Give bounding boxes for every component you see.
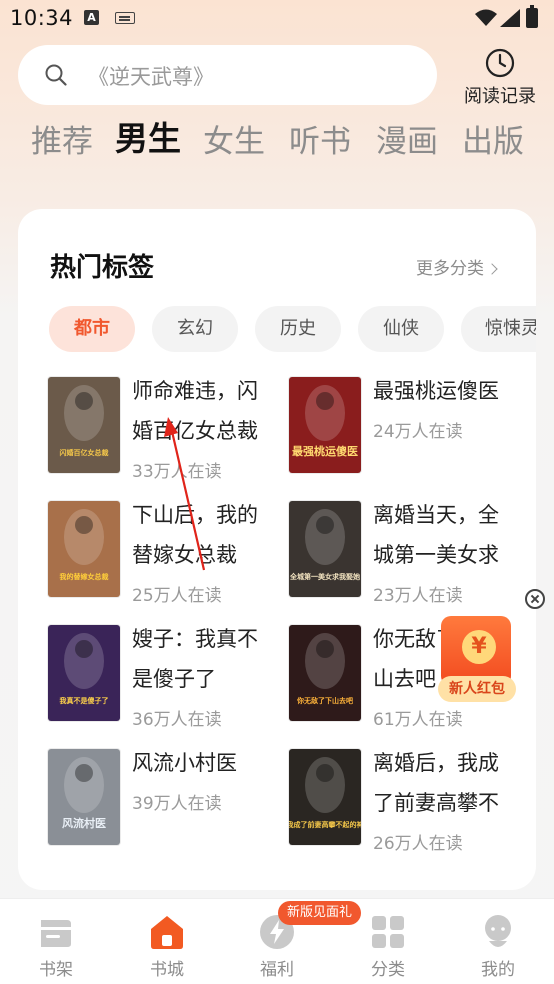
cover-title: 闪婚百亿女总裁	[60, 448, 109, 457]
battery-icon	[526, 5, 538, 28]
search-icon	[45, 64, 67, 86]
book-readers: 39万人在读	[132, 794, 222, 814]
cover-art: 最强桃运傻医	[289, 377, 361, 473]
bookshelf-icon	[41, 920, 71, 947]
book-cover: 风流村医	[48, 749, 120, 845]
category-tabs: 推荐 男生 女生 听书 漫画 出版	[0, 112, 554, 164]
book-title: 嫂子：我真不是傻子了	[132, 627, 258, 691]
book-title: 离婚后，我成了前妻高攀不起的神	[373, 743, 515, 823]
book-cover: 闪婚百亿女总裁	[48, 377, 120, 473]
keyboard-icon	[115, 12, 135, 24]
cover-art: 我的替嫁女总裁	[48, 501, 120, 597]
book-item[interactable]: 全城第一美女求我娶她 离婚当天，全城第一美女求我娶她 23万人在读	[289, 501, 519, 606]
wifi-icon	[475, 9, 497, 26]
book-title-line: 离婚当天，全城第一美女求我娶她	[373, 503, 499, 567]
search-bar[interactable]: 《逆天武尊》	[18, 45, 437, 105]
clock-icon	[485, 48, 515, 78]
tag-list: 都市 玄幻 历史 仙侠 惊悚灵异	[49, 306, 536, 352]
nav-profile[interactable]: 我的	[443, 899, 553, 984]
tab-recommend[interactable]: 推荐	[31, 116, 93, 161]
section-title: 热门标签	[50, 253, 155, 283]
category-icon	[372, 916, 404, 948]
tag-chip[interactable]: 惊悚灵异	[461, 306, 536, 352]
book-item[interactable]: 我成了前妻高攀不起的神 离婚后，我成了前妻高攀不起的神 26万人在读	[289, 749, 519, 854]
tab-audiobook[interactable]: 听书	[289, 116, 351, 161]
chevron-right-icon	[486, 263, 498, 275]
book-cover: 我成了前妻高攀不起的神	[289, 749, 361, 845]
tag-chip[interactable]: 都市	[49, 306, 135, 352]
notification-a-icon: A	[84, 10, 99, 25]
book-cover: 我的替嫁女总裁	[48, 501, 120, 597]
new-version-badge: 新版见面礼	[278, 901, 362, 925]
nav-label: 书架	[39, 960, 73, 980]
tag-chip[interactable]: 仙侠	[358, 306, 444, 352]
bookstore-icon	[151, 916, 183, 949]
nav-label: 书城	[150, 960, 184, 980]
cover-art: 闪婚百亿女总裁	[48, 377, 120, 473]
nav-bookstore[interactable]: 书城	[112, 899, 222, 984]
nav-label: 分类	[371, 960, 405, 980]
book-title: 风流小村医	[132, 751, 237, 775]
book-readers: 23万人在读	[373, 586, 463, 606]
book-readers: 26万人在读	[373, 834, 463, 854]
book-readers: 25万人在读	[132, 586, 222, 606]
book-title: 离婚当天，全城第一美女求我娶她	[373, 495, 515, 575]
status-bar: 10:34 A	[0, 0, 554, 38]
book-cover: 我真不是傻子了	[48, 625, 120, 721]
tag-chip[interactable]: 历史	[255, 306, 341, 352]
book-item[interactable]: 我真不是傻子了 嫂子：我真不是傻子了 36万人在读	[48, 625, 278, 730]
cover-art: 你无敌了下山去吧	[289, 625, 361, 721]
profile-icon	[485, 915, 511, 947]
hot-tags-card: 热门标签 更多分类 都市 玄幻 历史 仙侠 惊悚灵异 闪婚百亿女总裁 师命难违，…	[18, 209, 536, 890]
new-user-red-packet[interactable]: ¥ 新人红包	[438, 614, 516, 704]
bottom-nav: 书架 书城 福利 分类 我的	[0, 898, 554, 984]
book-readers: 36万人在读	[132, 710, 222, 730]
book-cover: 你无敌了下山去吧	[289, 625, 361, 721]
annotation-arrow	[164, 417, 206, 571]
nav-bookshelf[interactable]: 书架	[1, 899, 111, 984]
more-categories-link[interactable]: 更多分类	[416, 254, 498, 279]
cover-art: 风流村医	[48, 749, 120, 845]
reading-history-label: 阅读记录	[464, 86, 536, 107]
book-item[interactable]: 风流村医 风流小村医 39万人在读	[48, 749, 278, 849]
book-readers: 24万人在读	[373, 422, 463, 442]
status-time: 10:34	[10, 6, 74, 30]
cover-art: 全城第一美女求我娶她	[289, 501, 361, 597]
nav-label: 我的	[481, 960, 515, 980]
nav-label: 福利	[260, 960, 294, 980]
tab-publish[interactable]: 出版	[462, 116, 524, 161]
close-icon[interactable]	[525, 589, 545, 609]
cover-title: 你无敌了下山去吧	[296, 696, 353, 705]
book-readers: 61万人在读	[373, 710, 463, 730]
cover-title: 我的替嫁女总裁	[60, 572, 109, 581]
book-cover: 最强桃运傻医	[289, 377, 361, 473]
tab-comics[interactable]: 漫画	[376, 116, 438, 161]
cover-title: 风流村医	[62, 816, 106, 830]
tab-female[interactable]: 女生	[203, 116, 265, 161]
tab-male[interactable]: 男生	[115, 112, 181, 160]
book-title: 最强桃运傻医	[373, 379, 499, 403]
cover-title: 最强桃运傻医	[292, 444, 358, 458]
more-categories-label: 更多分类	[416, 259, 484, 279]
cover-art: 我真不是傻子了	[48, 625, 120, 721]
cover-title: 我成了前妻高攀不起的神	[289, 820, 361, 829]
cover-title: 我真不是傻子了	[60, 696, 109, 705]
cover-art: 我成了前妻高攀不起的神	[289, 749, 361, 845]
search-placeholder: 《逆天武尊》	[88, 65, 214, 89]
coin-icon: ¥	[462, 630, 496, 664]
book-title-line: 离婚后，我成了前妻高攀不起的神	[373, 751, 499, 815]
book-cover: 全城第一美女求我娶她	[289, 501, 361, 597]
cover-title: 全城第一美女求我娶她	[289, 572, 360, 581]
book-item[interactable]: 最强桃运傻医 最强桃运傻医 24万人在读	[289, 377, 519, 477]
red-packet-label: 新人红包	[438, 676, 516, 702]
signal-icon	[500, 9, 520, 27]
tag-chip[interactable]: 玄幻	[152, 306, 238, 352]
reading-history-button[interactable]: 阅读记录	[458, 46, 542, 107]
